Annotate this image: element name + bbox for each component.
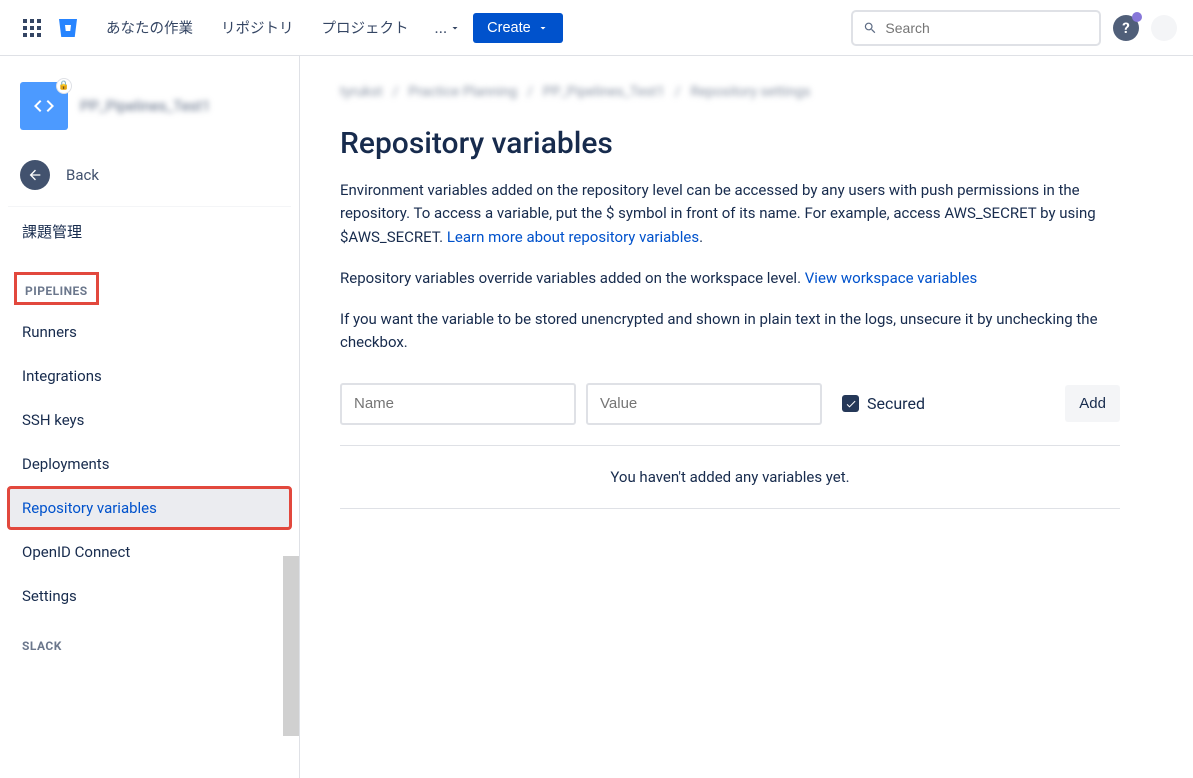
sidebar-item-settings[interactable]: Settings (8, 575, 291, 617)
secured-label: Secured (867, 394, 925, 413)
crumb-page[interactable]: Repository settings (691, 84, 811, 100)
repo-name: PP_Pipelines_Test1 (80, 97, 210, 115)
chevron-down-icon (449, 22, 461, 34)
crumb-workspace[interactable]: tyrukst (340, 84, 383, 100)
lock-icon: 🔒 (56, 78, 72, 94)
nav-right: ? (851, 10, 1177, 46)
help-paragraph-2: Repository variables override variables … (340, 267, 1120, 290)
repo-header: 🔒 PP_Pipelines_Test1 (8, 74, 291, 144)
nav-left: あなたの作業 リポジトリ プロジェクト ... Create (16, 11, 563, 44)
nav-more[interactable]: ... (427, 12, 470, 43)
nav-items: あなたの作業 リポジトリ プロジェクト ... (96, 11, 469, 44)
crumb-project[interactable]: Practice Planning (408, 84, 517, 100)
main-content: tyrukst / Practice Planning / PP_Pipelin… (300, 56, 1160, 778)
sidebar: 🔒 PP_Pipelines_Test1 Back 課題管理 PIPELINES… (0, 56, 300, 778)
help-paragraph-1: Environment variables added on the repos… (340, 179, 1120, 249)
sidebar-item-ssh-keys[interactable]: SSH keys (8, 399, 291, 441)
variable-form: Secured Add (340, 373, 1120, 446)
search-input[interactable] (885, 20, 1089, 36)
global-nav: あなたの作業 リポジトリ プロジェクト ... Create ? (0, 0, 1193, 56)
avatar[interactable] (1151, 15, 1177, 41)
variable-name-input[interactable] (340, 383, 576, 425)
page-title: Repository variables (340, 126, 1120, 161)
app-switcher-icon[interactable] (16, 12, 48, 44)
help-paragraph-3: If you want the variable to be stored un… (340, 308, 1120, 355)
nav-repositories[interactable]: リポジトリ (211, 11, 304, 44)
check-icon (845, 398, 857, 410)
empty-state: You haven't added any variables yet. (340, 446, 1120, 509)
sidebar-item-issues[interactable]: 課題管理 (8, 209, 291, 254)
help-icon[interactable]: ? (1113, 15, 1139, 41)
back-label: Back (66, 166, 99, 184)
nav-projects[interactable]: プロジェクト (312, 11, 419, 44)
secured-checkbox-wrap: Secured (842, 394, 925, 413)
chevron-down-icon (537, 22, 549, 34)
sidebar-section-pipelines: PIPELINES (14, 272, 99, 305)
sidebar-item-runners[interactable]: Runners (8, 311, 291, 353)
nav-your-work[interactable]: あなたの作業 (96, 11, 203, 44)
repo-icon: 🔒 (20, 82, 68, 130)
variable-value-input[interactable] (586, 383, 822, 425)
add-button[interactable]: Add (1065, 385, 1120, 422)
sidebar-item-deployments[interactable]: Deployments (8, 443, 291, 485)
search-icon (863, 20, 877, 36)
breadcrumb: tyrukst / Practice Planning / PP_Pipelin… (340, 84, 1120, 100)
crumb-repo[interactable]: PP_Pipelines_Test1 (543, 84, 665, 100)
scrollbar[interactable] (283, 556, 299, 736)
secured-checkbox[interactable] (842, 395, 859, 412)
view-workspace-vars-link[interactable]: View workspace variables (805, 269, 977, 287)
arrow-left-icon (20, 160, 50, 190)
create-label: Create (487, 20, 531, 36)
sidebar-item-integrations[interactable]: Integrations (8, 355, 291, 397)
sidebar-section-slack: SLACK (8, 619, 291, 661)
back-button[interactable]: Back (8, 144, 291, 207)
search-input-wrap[interactable] (851, 10, 1101, 46)
create-button[interactable]: Create (473, 13, 563, 43)
sidebar-item-openid-connect[interactable]: OpenID Connect (8, 531, 291, 573)
learn-more-link[interactable]: Learn more about repository variables (447, 228, 699, 246)
ellipsis-icon: ... (435, 18, 448, 37)
bitbucket-logo-icon[interactable] (52, 12, 84, 44)
sidebar-item-repository-variables[interactable]: Repository variables (8, 487, 291, 529)
